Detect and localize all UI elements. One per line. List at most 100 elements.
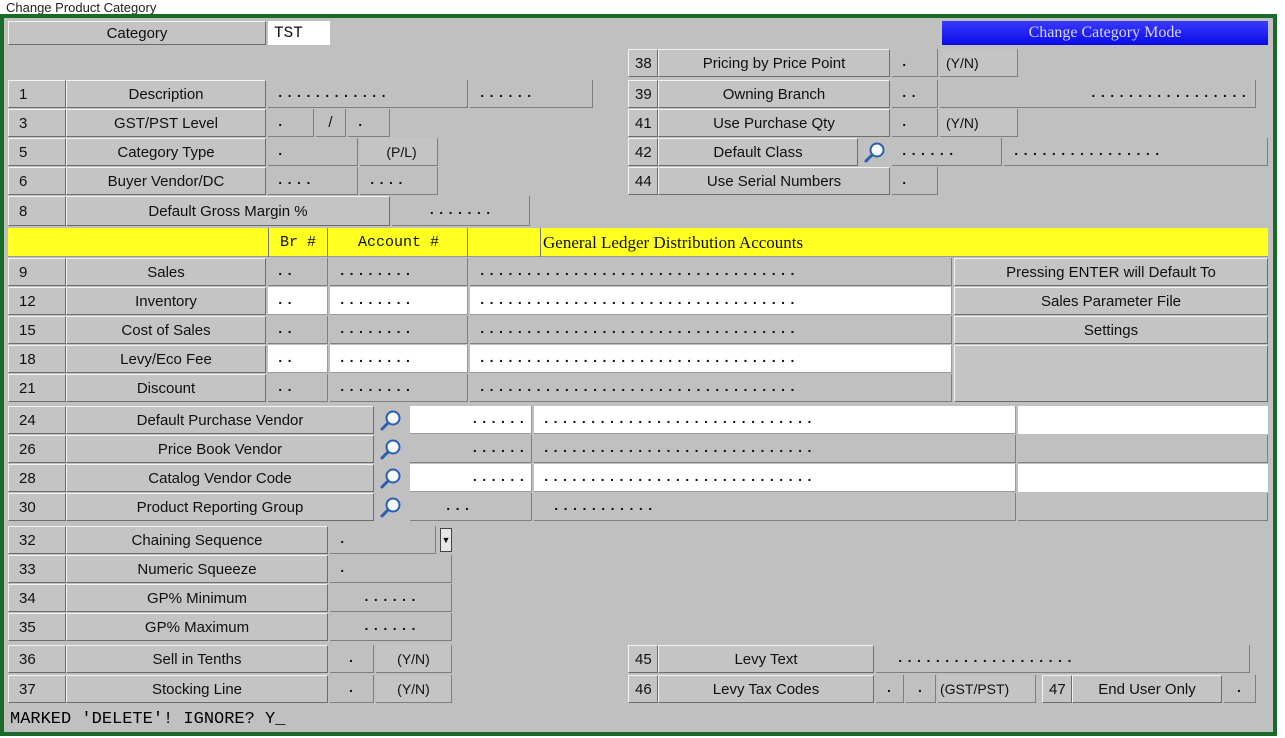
gl-discount-description: ..................................	[470, 374, 952, 402]
field-number-5: 5	[8, 138, 66, 166]
chaining-sequence-select[interactable]: .	[330, 526, 436, 554]
default-gross-margin-input[interactable]: .......	[392, 196, 530, 226]
buyer-input[interactable]: ....	[268, 167, 358, 195]
field-number-12: 12	[8, 287, 66, 315]
gl-note-blank	[954, 345, 1268, 402]
gl-levy-branch-input[interactable]: ..	[268, 345, 328, 373]
gp-maximum-label: GP% Maximum	[66, 613, 328, 641]
field-number-37: 37	[8, 675, 66, 703]
pricing-by-price-point-input[interactable]: .	[892, 49, 938, 77]
catalog-vendor-code-input[interactable]: ......	[410, 464, 532, 492]
pricing-by-price-point-label: Pricing by Price Point	[658, 49, 890, 77]
use-serial-numbers-label: Use Serial Numbers	[658, 167, 890, 195]
levy-tax-codes-label: Levy Tax Codes	[658, 675, 874, 703]
category-type-input[interactable]: .	[268, 138, 358, 166]
use-purchase-qty-input[interactable]: .	[892, 109, 938, 137]
gl-default-note-1: Pressing ENTER will Default To	[954, 258, 1268, 286]
gp-maximum-input[interactable]: ......	[330, 613, 452, 641]
field-number-46: 46	[628, 675, 658, 703]
default-purchase-vendor-name: .............................	[534, 406, 1016, 434]
levy-pst-code-input[interactable]: .	[906, 675, 936, 703]
gl-cost-of-sales-description: ..................................	[470, 316, 952, 344]
gl-default-note-3: Settings	[954, 316, 1268, 344]
sell-in-tenths-input[interactable]: .	[330, 645, 374, 673]
magnifier-icon[interactable]	[376, 435, 406, 463]
gl-inventory-branch-input[interactable]: ..	[268, 287, 328, 315]
field-number-1: 1	[8, 80, 66, 108]
numeric-squeeze-input[interactable]: .	[330, 555, 452, 583]
description-input[interactable]: ............	[268, 80, 468, 108]
field-number-30: 30	[8, 493, 66, 521]
gst-level-input[interactable]: .	[268, 109, 314, 137]
price-book-vendor-name: .............................	[534, 435, 1016, 463]
use-serial-numbers-input[interactable]: .	[892, 167, 938, 195]
levy-gst-code-input[interactable]: .	[876, 675, 904, 703]
end-user-only-input[interactable]: .	[1224, 675, 1256, 703]
description-label: Description	[66, 80, 266, 108]
gst-pst-separator: /	[316, 109, 346, 137]
sell-in-tenths-label: Sell in Tenths	[66, 645, 328, 673]
field-number-47: 47	[1042, 675, 1072, 703]
end-user-only-label: End User Only	[1072, 675, 1222, 703]
catalog-vendor-extra	[1018, 464, 1268, 492]
change-category-mode-button[interactable]: Change Category Mode	[942, 21, 1268, 45]
category-input[interactable]: TST	[268, 21, 330, 45]
field-number-39: 39	[628, 80, 658, 108]
pricing-by-price-point-hint: (Y/N)	[940, 49, 1018, 77]
stocking-line-input[interactable]: .	[330, 675, 374, 703]
levy-tax-codes-hint: (GST/PST)	[938, 675, 1036, 703]
gl-sales-account-input[interactable]: ........	[330, 258, 468, 286]
delete-confirmation-prompt[interactable]: MARKED 'DELETE'! IGNORE? Y_	[10, 706, 610, 732]
magnifier-icon[interactable]	[860, 138, 890, 166]
catalog-vendor-name: .............................	[534, 464, 1016, 492]
price-book-vendor-label: Price Book Vendor	[66, 435, 374, 463]
gl-discount-label: Discount	[66, 374, 266, 402]
product-reporting-group-code-input[interactable]: ...	[410, 493, 532, 521]
product-reporting-group-name: ...........	[534, 493, 1016, 521]
field-number-8: 8	[8, 196, 66, 226]
default-class-label: Default Class	[658, 138, 858, 166]
default-purchase-vendor-code-input[interactable]: ......	[410, 406, 532, 434]
default-class-name-field: ................	[1004, 138, 1268, 166]
dropdown-arrow-icon[interactable]: ▼	[440, 528, 452, 552]
default-gross-margin-label: Default Gross Margin %	[66, 196, 390, 226]
field-number-15: 15	[8, 316, 66, 344]
field-number-36: 36	[8, 645, 66, 673]
default-class-code-input[interactable]: ......	[892, 138, 1002, 166]
magnifier-icon[interactable]	[376, 464, 406, 492]
owning-branch-code-input[interactable]: ..	[892, 80, 938, 108]
category-type-hint: (P/L)	[360, 138, 438, 166]
stocking-line-label: Stocking Line	[66, 675, 328, 703]
gl-inventory-label: Inventory	[66, 287, 266, 315]
gl-sales-description: ..................................	[470, 258, 952, 286]
field-number-26: 26	[8, 435, 66, 463]
gl-cost-of-sales-account-input[interactable]: ........	[330, 316, 468, 344]
chaining-sequence-label: Chaining Sequence	[66, 526, 328, 554]
field-number-9: 9	[8, 258, 66, 286]
pst-level-input[interactable]: .	[348, 109, 390, 137]
gp-minimum-input[interactable]: ......	[330, 584, 452, 612]
price-book-vendor-extra	[1018, 435, 1268, 463]
description-extra-input[interactable]: ......	[470, 80, 593, 108]
gl-cost-of-sales-branch-input[interactable]: ..	[268, 316, 328, 344]
stocking-line-hint: (Y/N)	[376, 675, 452, 703]
field-number-42: 42	[628, 138, 658, 166]
field-number-41: 41	[628, 109, 658, 137]
gl-inventory-account-input[interactable]: ........	[330, 287, 468, 315]
field-number-28: 28	[8, 464, 66, 492]
default-purchase-vendor-extra	[1018, 406, 1268, 434]
vendor-dc-input[interactable]: ....	[360, 167, 438, 195]
gl-levy-eco-fee-label: Levy/Eco Fee	[66, 345, 266, 373]
field-number-24: 24	[8, 406, 66, 434]
magnifier-icon[interactable]	[376, 493, 406, 521]
gl-discount-branch-input[interactable]: ..	[268, 374, 328, 402]
magnifier-icon[interactable]	[376, 406, 406, 434]
gl-sales-branch-input[interactable]: ..	[268, 258, 328, 286]
levy-text-input[interactable]: ...................	[876, 645, 1250, 673]
catalog-vendor-code-label: Catalog Vendor Code	[66, 464, 374, 492]
owning-branch-name-field: .................	[940, 80, 1256, 108]
price-book-vendor-code-input[interactable]: ......	[410, 435, 532, 463]
gl-discount-account-input[interactable]: ........	[330, 374, 468, 402]
field-number-44: 44	[628, 167, 658, 195]
gl-levy-account-input[interactable]: ........	[330, 345, 468, 373]
